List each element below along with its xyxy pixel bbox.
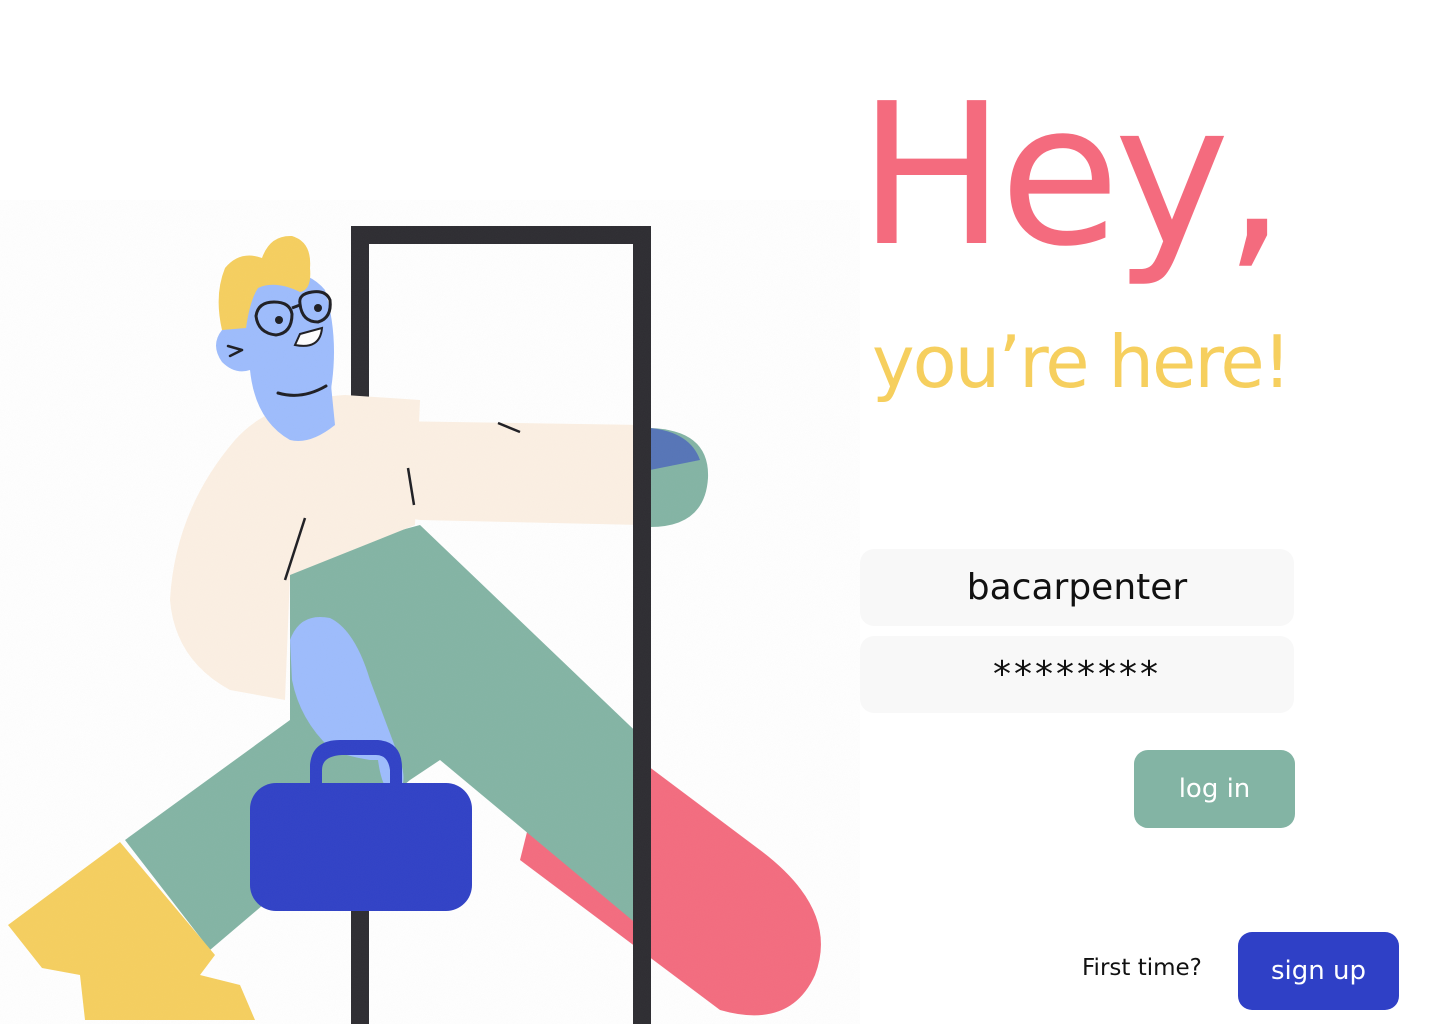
person-walking-through-door-icon: [0, 200, 860, 1024]
username-field[interactable]: [860, 549, 1294, 626]
first-time-label: First time?: [1082, 955, 1202, 981]
greeting-title: Hey,: [858, 62, 1286, 290]
password-field[interactable]: [860, 636, 1294, 713]
signup-button[interactable]: sign up: [1238, 932, 1399, 1010]
login-button[interactable]: log in: [1134, 750, 1295, 828]
greeting-subtitle: you’re here!: [872, 320, 1291, 404]
